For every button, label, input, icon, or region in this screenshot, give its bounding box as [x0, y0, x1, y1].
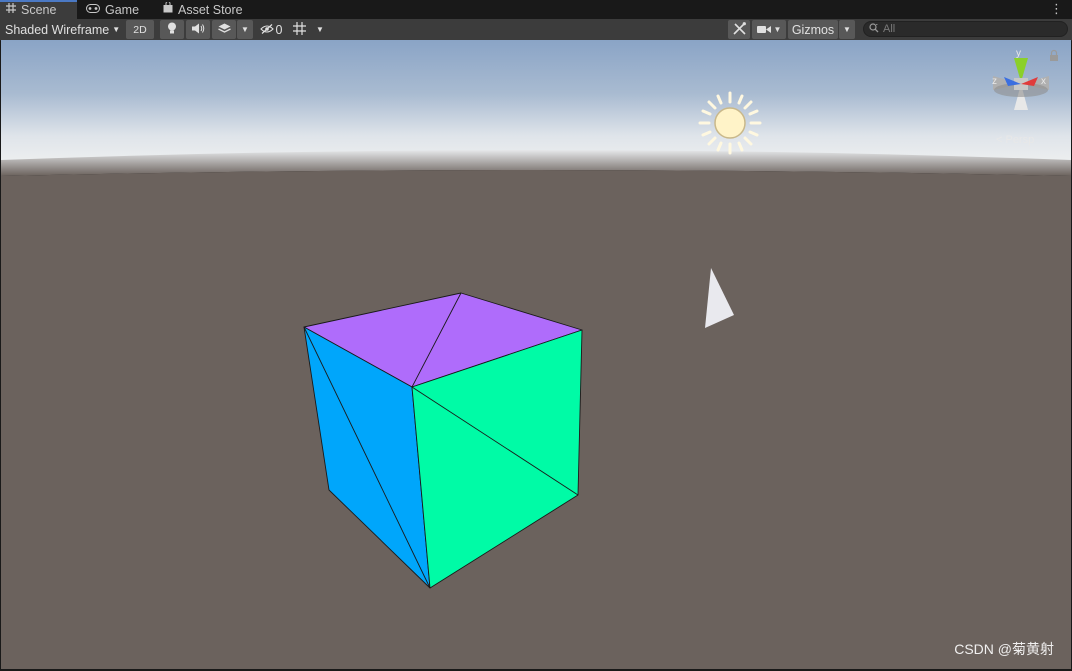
sun-light-icon[interactable]: [698, 91, 762, 155]
chevron-down-icon: ▼: [316, 25, 324, 34]
tools-icon: [732, 21, 746, 38]
hidden-objects-toggle[interactable]: 0: [257, 20, 285, 39]
chevron-down-icon: ▼: [843, 25, 851, 34]
tab-asset-store-label: Asset Store: [178, 2, 243, 17]
tab-asset-store[interactable]: Asset Store: [157, 0, 251, 19]
tab-game-label: Game: [105, 2, 140, 17]
chevron-down-icon: ▼: [773, 25, 782, 34]
search-icon: [869, 22, 879, 36]
chevron-down-icon: ▼: [112, 25, 121, 34]
gizmos-dropdown[interactable]: ▼: [839, 20, 855, 39]
more-options-icon[interactable]: ⋮: [1050, 1, 1063, 17]
draw-mode-dropdown[interactable]: Shaded Wireframe ▼: [3, 20, 121, 39]
projection-label[interactable]: < Persp: [996, 134, 1034, 146]
axis-label-y: y: [1016, 48, 1021, 59]
search-input[interactable]: All: [863, 21, 1068, 37]
grid-snap-icon: [292, 21, 306, 38]
toggle-2d-button[interactable]: 2D: [126, 20, 154, 39]
tab-game[interactable]: Game: [80, 0, 147, 19]
grid-snap-toggle[interactable]: [288, 20, 310, 39]
gizmos-button[interactable]: Gizmos: [788, 20, 838, 39]
search-placeholder: All: [883, 23, 896, 35]
layers-icon: [217, 23, 231, 37]
gamepad-icon: [86, 0, 100, 20]
eye-slash-icon: [259, 23, 274, 37]
tab-scene[interactable]: Scene: [0, 0, 77, 19]
gizmos-label: Gizmos: [791, 22, 835, 37]
axis-label-z: z: [992, 76, 997, 87]
effects-toggle-button[interactable]: [212, 20, 236, 39]
shopping-bag-icon: [163, 0, 173, 20]
effects-dropdown[interactable]: ▼: [237, 20, 253, 39]
lighting-toggle-button[interactable]: [160, 20, 184, 39]
scene-canvas[interactable]: y z x: [1, 40, 1071, 669]
toggle-2d-label: 2D: [133, 23, 147, 36]
grid-icon: [6, 2, 16, 19]
skybox: [1, 40, 1071, 160]
grid-dropdown[interactable]: ▼: [312, 20, 328, 39]
scene-toolbar: Shaded Wireframe ▼ 2D ▼ 0 ▼ ▼ Gizmos ▼ A…: [0, 19, 1072, 41]
chevron-down-icon: ▼: [241, 25, 249, 34]
audio-toggle-button[interactable]: [186, 20, 210, 39]
axis-label-x: x: [1041, 76, 1046, 87]
camera-icon: [756, 23, 771, 37]
speaker-icon: [191, 23, 205, 37]
tools-button[interactable]: [728, 20, 750, 39]
tab-scene-label: Scene: [21, 3, 57, 17]
watermark-text: CSDN @菊黄射: [954, 641, 1054, 657]
camera-dropdown[interactable]: ▼: [752, 20, 786, 39]
hidden-count: 0: [275, 22, 283, 37]
lightbulb-icon: [167, 22, 177, 37]
draw-mode-label: Shaded Wireframe: [5, 22, 110, 37]
scene-viewport[interactable]: y z x < Persp CSDN @菊黄射: [1, 40, 1071, 669]
tab-bar: Scene Game Asset Store ⋮: [0, 0, 1072, 20]
